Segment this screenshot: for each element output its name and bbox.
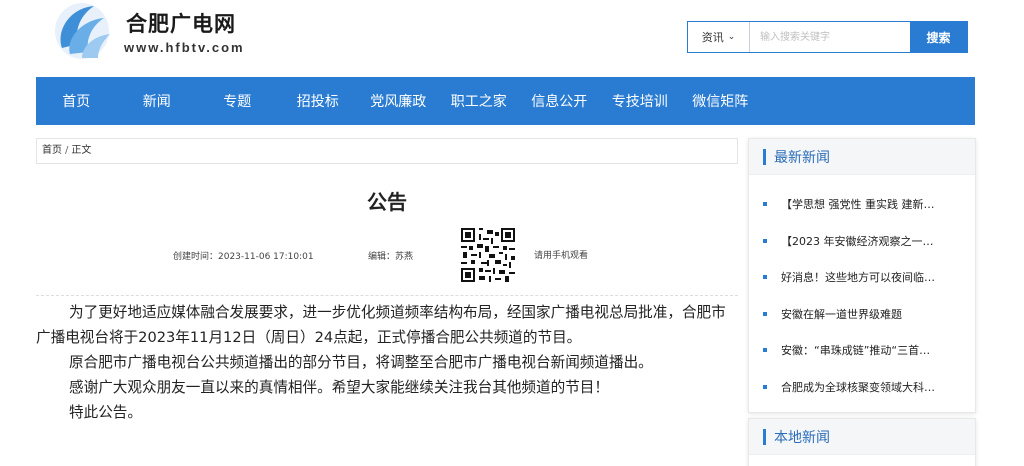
qr-code-icon bbox=[461, 228, 515, 282]
search-bar: 资讯 ⌄ 搜索 bbox=[687, 21, 968, 53]
article-body: 为了更好地适应媒体融合发展要求，进一步优化频道频率结构布局，经国家广播电视总局批… bbox=[36, 300, 736, 425]
divider bbox=[36, 295, 738, 296]
article-paragraph: 特此公告。 bbox=[69, 404, 142, 421]
bullet-icon bbox=[763, 384, 767, 389]
breadcrumb-current: 正文 bbox=[71, 145, 92, 156]
search-button[interactable]: 搜索 bbox=[910, 22, 967, 52]
local-news-title: 本地新闻 bbox=[774, 429, 830, 446]
nav-item-wechat[interactable]: 微信矩阵 bbox=[680, 91, 761, 111]
news-item-title: 安徽在解一道世界级难题 bbox=[781, 307, 902, 321]
search-category-select[interactable]: 资讯 ⌄ bbox=[688, 22, 750, 52]
news-item-title: 合肥成为全球核聚变领域大科… bbox=[781, 380, 935, 394]
nav-item-staff[interactable]: 职工之家 bbox=[439, 91, 520, 111]
nav-item-topics[interactable]: 专题 bbox=[197, 91, 278, 111]
chevron-down-icon: ⌄ bbox=[727, 32, 736, 42]
bullet-icon bbox=[763, 348, 767, 353]
nav-item-disclosure[interactable]: 信息公开 bbox=[519, 91, 600, 111]
article-title: 公告 bbox=[367, 190, 407, 214]
local-news-panel: 本地新闻 bbox=[748, 418, 976, 466]
breadcrumb: 首页 / 正文 bbox=[36, 138, 738, 164]
nav-item-home[interactable]: 首页 bbox=[36, 91, 117, 111]
news-item[interactable]: 【学思想 强党性 重实践 建新… bbox=[749, 186, 975, 223]
bullet-icon bbox=[763, 202, 767, 207]
news-item[interactable]: 合肥成为全球核聚变领域大科… bbox=[749, 369, 975, 406]
heading-bar bbox=[763, 148, 766, 165]
nav-item-bidding[interactable]: 招投标 bbox=[278, 91, 359, 111]
article-paragraph: 为了更好地适应媒体融合发展要求，进一步优化频道频率结构布局，经国家广播电视总局批… bbox=[36, 304, 726, 346]
article-paragraph: 原合肥市广播电视台公共频道播出的部分节目，将调整至合肥市广播电视台新闻频道播出。 bbox=[69, 354, 653, 371]
nav-item-training[interactable]: 专技培训 bbox=[600, 91, 681, 111]
site-url: www.hfbtv.com bbox=[124, 40, 245, 55]
bullet-icon bbox=[763, 311, 767, 316]
news-item[interactable]: 安徽在解一道世界级难题 bbox=[749, 296, 975, 333]
site-name: 合肥广电网 bbox=[126, 12, 236, 36]
latest-news-list: 【学思想 强党性 重实践 建新… 【2023 年安徽经济观察之一… 好消息！这些… bbox=[749, 175, 975, 405]
main-nav: 首页 新闻 专题 招投标 党风廉政 职工之家 信息公开 专技培训 微信矩阵 bbox=[36, 77, 975, 125]
news-item[interactable]: 安徽：“串珠成链”推动“三首… bbox=[749, 332, 975, 369]
nav-item-integrity[interactable]: 党风廉政 bbox=[358, 91, 439, 111]
news-item-title: 安徽：“串珠成链”推动“三首… bbox=[781, 344, 931, 358]
news-item-title: 【2023 年安徽经济观察之一… bbox=[781, 234, 934, 248]
article-paragraph: 感谢广大观众朋友一直以来的真情相伴。希望大家能继续关注我台其他频道的节目！ bbox=[69, 379, 609, 396]
logo-icon bbox=[55, 3, 110, 59]
search-category-label: 资讯 bbox=[701, 31, 724, 44]
breadcrumb-separator: / bbox=[65, 145, 69, 156]
news-item[interactable]: 好消息！这些地方可以夜间临… bbox=[749, 259, 975, 296]
bullet-icon bbox=[763, 275, 767, 280]
latest-news-title: 最新新闻 bbox=[774, 149, 830, 166]
news-item-title: 好消息！这些地方可以夜间临… bbox=[781, 271, 935, 285]
heading-bar bbox=[763, 428, 766, 445]
latest-news-header: 最新新闻 bbox=[749, 139, 975, 175]
search-input[interactable] bbox=[750, 22, 910, 52]
editor: 编辑：苏燕 bbox=[368, 252, 414, 262]
news-item-title: 【学思想 强党性 重实践 建新… bbox=[781, 198, 935, 212]
local-news-header: 本地新闻 bbox=[749, 419, 975, 455]
created-time: 创建时间：2023-11-06 17:10:01 bbox=[173, 252, 314, 262]
qr-tip: 请用手机观看 bbox=[534, 251, 589, 261]
nav-item-news[interactable]: 新闻 bbox=[117, 91, 198, 111]
latest-news-panel: 最新新闻 【学思想 强党性 重实践 建新… 【2023 年安徽经济观察之一… 好… bbox=[748, 138, 976, 413]
bullet-icon bbox=[763, 238, 767, 243]
news-item[interactable]: 【2023 年安徽经济观察之一… bbox=[749, 223, 975, 260]
breadcrumb-home[interactable]: 首页 bbox=[42, 145, 62, 156]
